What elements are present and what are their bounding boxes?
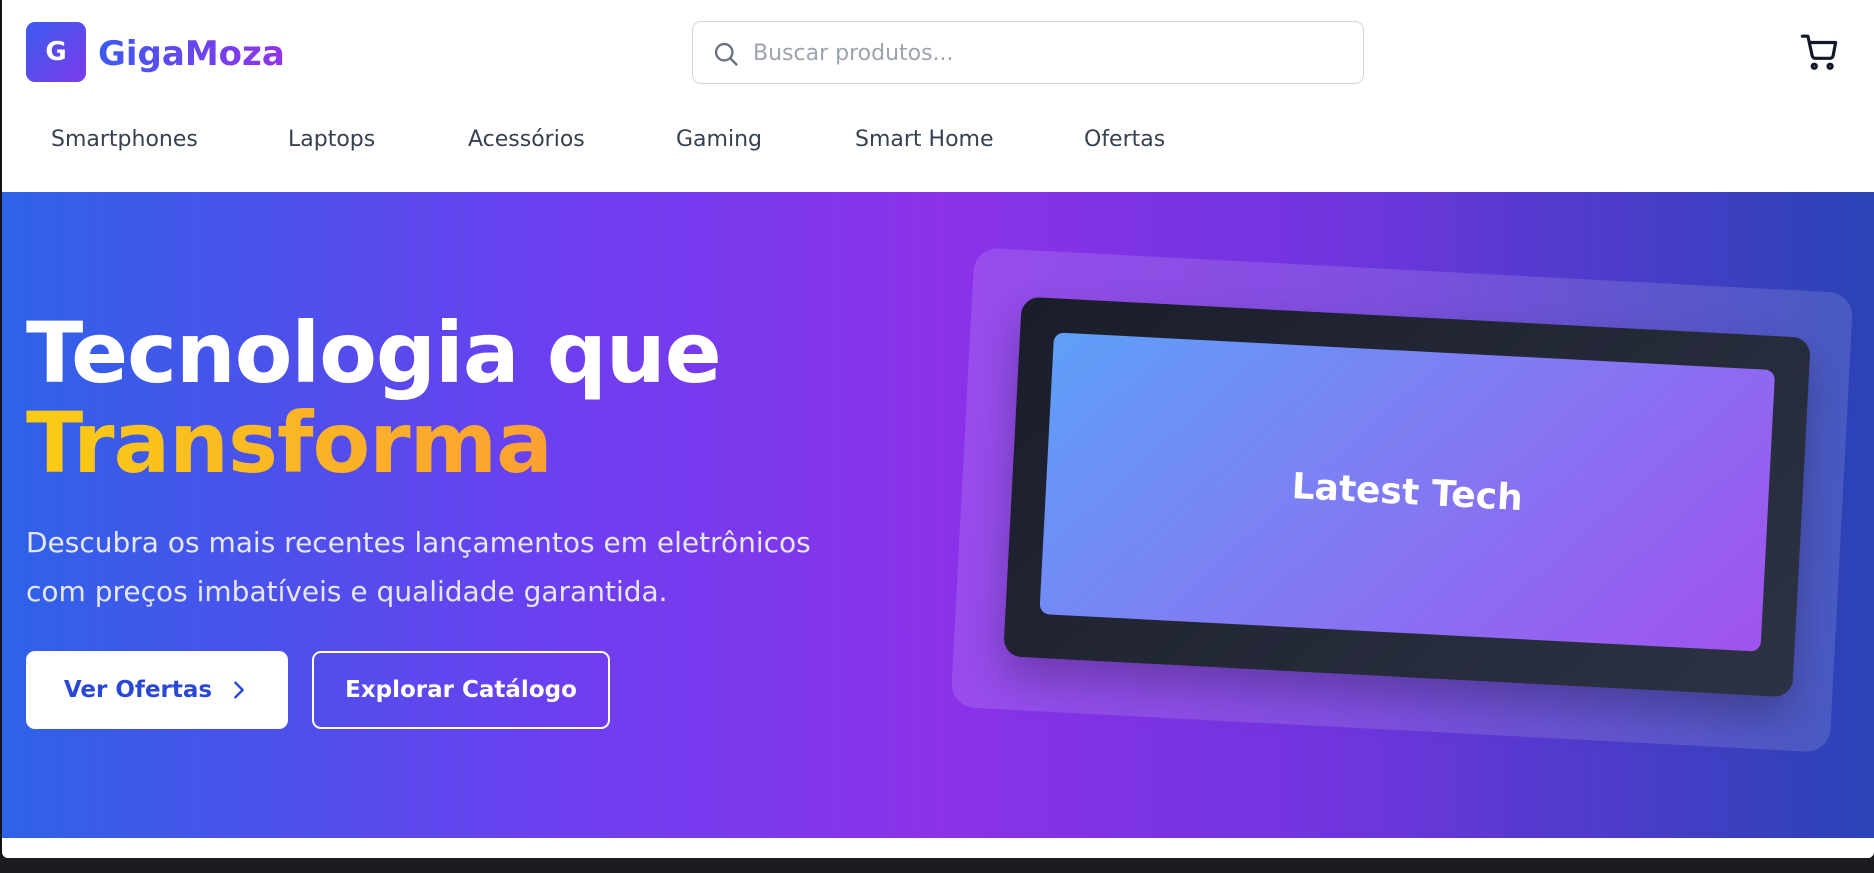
nav-item-gaming[interactable]: Gaming <box>676 118 762 162</box>
brand-name[interactable]: GigaMoza <box>98 30 285 78</box>
search-icon <box>714 42 738 66</box>
hero-title: Tecnologia que Transforma <box>26 308 722 488</box>
nav-item-ofertas[interactable]: Ofertas <box>1084 118 1165 162</box>
cart-icon[interactable] <box>1800 32 1838 72</box>
explore-catalog-button[interactable]: Explorar Catálogo <box>312 651 610 729</box>
laptop-screen: Latest Tech <box>1039 332 1776 652</box>
laptop-illustration: Latest Tech <box>1003 296 1811 698</box>
nav-item-acessorios[interactable]: Acessórios <box>468 118 585 162</box>
site-header: G GigaMoza Smartphones Laptops Acessório… <box>2 0 1874 192</box>
chevron-right-icon <box>234 681 244 699</box>
hero-subtitle: Descubra os mais recentes lançamentos em… <box>26 526 811 608</box>
nav-item-smart-home[interactable]: Smart Home <box>855 118 994 162</box>
window-bottom-edge <box>0 858 1874 873</box>
search-bar[interactable] <box>692 21 1364 84</box>
hero-banner: Tecnologia que Transforma Descubra os ma… <box>2 192 1874 838</box>
hero-title-accent: Transforma <box>26 398 721 488</box>
nav-item-laptops[interactable]: Laptops <box>288 118 375 162</box>
hero-title-line1: Tecnologia que <box>26 304 722 402</box>
browser-viewport: G GigaMoza Smartphones Laptops Acessório… <box>2 0 1874 858</box>
view-offers-label: Ver Ofertas <box>63 677 213 703</box>
showcase-label: Latest Tech <box>1290 465 1524 519</box>
logo-badge[interactable]: G <box>26 22 86 82</box>
view-offers-button[interactable]: Ver Ofertas <box>26 651 288 729</box>
search-input[interactable] <box>753 32 1343 74</box>
nav-item-smartphones[interactable]: Smartphones <box>51 118 198 162</box>
